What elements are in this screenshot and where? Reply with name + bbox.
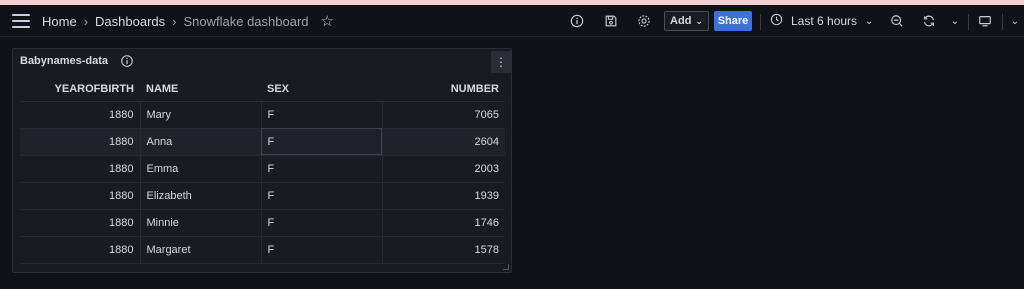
cell-sex[interactable]: F: [261, 155, 383, 183]
cell-name[interactable]: Mary: [140, 101, 262, 129]
time-range-label: Last 6 hours: [791, 14, 858, 28]
chevron-down-icon: ⌄: [865, 15, 874, 27]
table-panel: Babynames-data ⋮ YEAROFBIRTH NAME SEX NU…: [12, 48, 512, 273]
cell-number[interactable]: 7065: [382, 101, 505, 129]
cell-number[interactable]: 1746: [382, 209, 505, 237]
cell-number[interactable]: 1578: [382, 236, 505, 264]
zoom-out-icon[interactable]: [888, 12, 906, 30]
column-header-name[interactable]: NAME: [140, 77, 261, 102]
top-navbar: Home › Dashboards › Snowflake dashboard …: [0, 5, 1024, 37]
cell-yearofbirth[interactable]: 1880: [20, 128, 141, 156]
toolbar-divider: [1002, 14, 1003, 30]
cell-number[interactable]: 2604: [382, 128, 505, 156]
star-icon[interactable]: ☆: [321, 12, 334, 30]
tv-mode-icon[interactable]: [976, 12, 994, 30]
panel-title: Babynames-data: [20, 55, 109, 67]
column-header-sex[interactable]: SEX: [261, 77, 382, 102]
add-button[interactable]: Add ⌄: [664, 11, 709, 31]
cell-name[interactable]: Elizabeth: [140, 182, 262, 210]
cell-yearofbirth[interactable]: 1880: [20, 101, 141, 129]
toolbar-divider: [760, 14, 761, 30]
cell-yearofbirth[interactable]: 1880: [20, 182, 141, 210]
table-row[interactable]: 1880 Mary F 7065: [20, 101, 505, 129]
refresh-icon[interactable]: [920, 12, 938, 30]
cell-name[interactable]: Emma: [140, 155, 262, 183]
cell-sex[interactable]: F: [261, 128, 383, 156]
settings-gear-icon[interactable]: [635, 12, 653, 30]
cell-yearofbirth[interactable]: 1880: [20, 209, 141, 237]
cell-sex[interactable]: F: [261, 101, 383, 129]
time-range-picker[interactable]: Last 6 hours ⌄: [770, 10, 873, 32]
add-button-label: Add: [670, 15, 692, 27]
cell-yearofbirth[interactable]: 1880: [20, 155, 141, 183]
chevron-down-icon: ⌄: [695, 15, 703, 26]
table-row[interactable]: 1880 Minnie F 1746: [20, 209, 505, 237]
table-row[interactable]: 1880 Emma F 2003: [20, 155, 505, 183]
panel-menu-button[interactable]: ⋮: [491, 51, 511, 73]
chevron-down-icon[interactable]: ⌄: [1006, 12, 1024, 30]
cell-number[interactable]: 1939: [382, 182, 505, 210]
cell-name[interactable]: Minnie: [140, 209, 262, 237]
clock-icon: [770, 13, 783, 29]
cell-sex[interactable]: F: [261, 236, 383, 264]
menu-icon[interactable]: [12, 14, 30, 28]
share-button[interactable]: Share: [714, 11, 752, 31]
table-row[interactable]: 1880 Anna F 2604: [20, 128, 505, 156]
cell-yearofbirth[interactable]: 1880: [20, 236, 141, 264]
panel-resize-handle[interactable]: [503, 264, 509, 270]
breadcrumb-current-dashboard: Snowflake dashboard: [183, 13, 309, 29]
cell-name[interactable]: Anna: [140, 128, 262, 156]
breadcrumb-home[interactable]: Home: [42, 14, 77, 29]
breadcrumb-dashboards[interactable]: Dashboards: [95, 14, 165, 29]
table-row[interactable]: 1880 Elizabeth F 1939: [20, 182, 505, 210]
cell-name[interactable]: Margaret: [140, 236, 262, 264]
table-row[interactable]: 1880 Margaret F 1578: [20, 236, 505, 264]
toolbar-divider: [968, 14, 969, 30]
breadcrumb-separator-icon: ›: [83, 13, 89, 29]
column-header-number[interactable]: NUMBER: [382, 77, 505, 102]
table-header-row: YEAROFBIRTH NAME SEX NUMBER: [20, 77, 505, 102]
data-table: YEAROFBIRTH NAME SEX NUMBER 1880 Mary F …: [20, 77, 505, 264]
breadcrumb: Home › Dashboards › Snowflake dashboard …: [42, 5, 334, 37]
info-icon[interactable]: [120, 54, 134, 68]
cell-sex[interactable]: F: [261, 209, 383, 237]
breadcrumb-separator-icon: ›: [172, 13, 177, 29]
chevron-down-icon[interactable]: ⌄: [946, 12, 964, 30]
info-icon[interactable]: [568, 12, 586, 30]
cell-number[interactable]: 2003: [382, 155, 505, 183]
save-icon[interactable]: [602, 12, 620, 30]
cell-sex[interactable]: F: [261, 182, 383, 210]
column-header-yearofbirth[interactable]: YEAROFBIRTH: [20, 77, 140, 102]
